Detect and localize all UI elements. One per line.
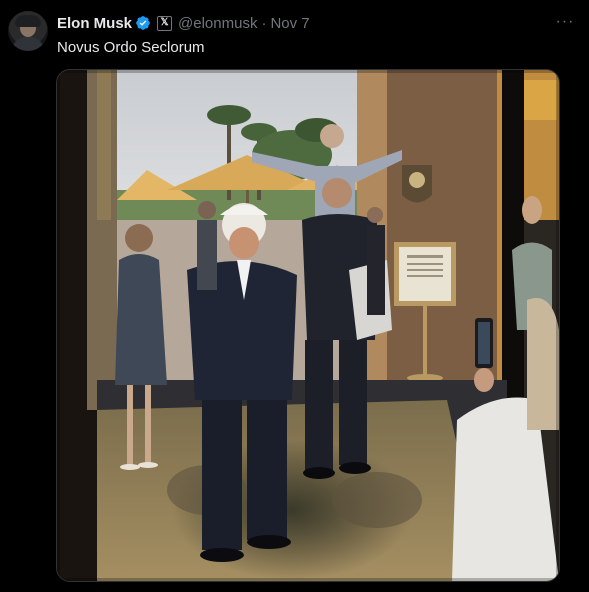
author-display-name[interactable]: Elon Musk (57, 15, 132, 32)
avatar[interactable] (8, 11, 48, 51)
avatar-helmet (15, 15, 41, 27)
tweet-photo[interactable] (56, 69, 560, 582)
tweet[interactable]: Elon Musk 𝕏 @elonmusk · Nov 7 ··· Novus … (0, 0, 589, 592)
post-date[interactable]: Nov 7 (270, 15, 309, 32)
photo-image (57, 70, 559, 581)
separator-dot: · (261, 14, 267, 32)
avatar-body (12, 37, 44, 51)
tweet-header: Elon Musk 𝕏 @elonmusk · Nov 7 (57, 13, 310, 33)
verified-badge-icon[interactable] (135, 15, 151, 31)
x-logo-icon[interactable]: 𝕏 (157, 15, 173, 31)
tweet-text: Novus Ordo Seclorum (57, 39, 205, 56)
author-handle[interactable]: @elonmusk (178, 15, 257, 32)
more-options-icon[interactable]: ··· (555, 12, 575, 32)
